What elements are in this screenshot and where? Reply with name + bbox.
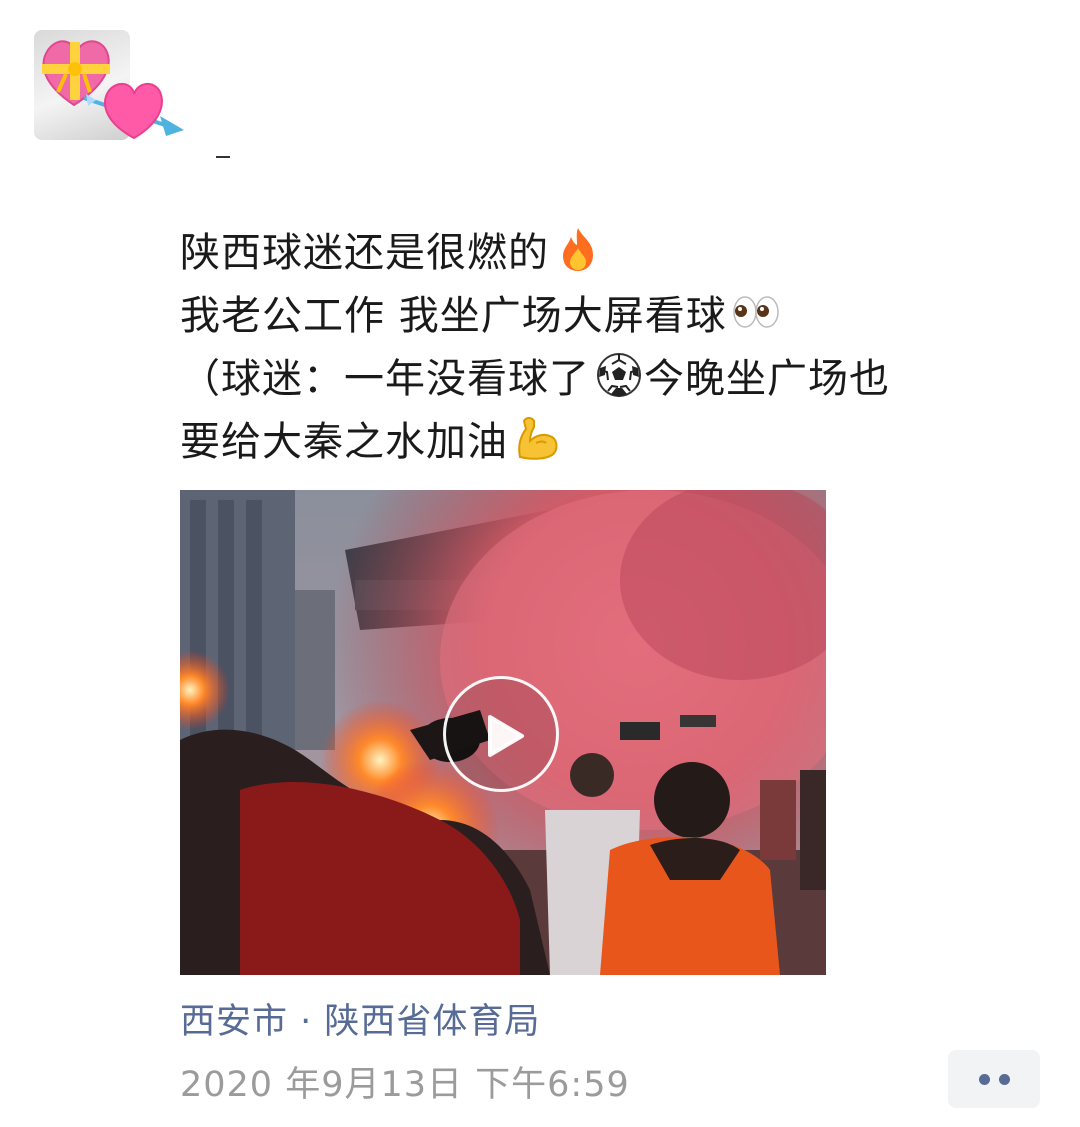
post-text-segment: 要给大秦之水加油 (180, 419, 508, 465)
heart-with-arrow-icon (83, 83, 184, 140)
post-text-line-2: 我老公工作 我坐广场大屏看球 (180, 285, 1050, 348)
more-actions-button[interactable] (948, 1050, 1040, 1108)
play-button[interactable] (443, 676, 559, 792)
post-text: 陕西球迷还是很燃的 我老公工作 我坐广场大屏看球 （球迷：一年没看球了 今晚坐广场… (180, 222, 1050, 474)
avatar[interactable] (34, 30, 230, 158)
location-link[interactable]: 西安市 · 陕西省体育局 (180, 993, 540, 1044)
post-text-segment: （球迷：一年没看球了 (180, 356, 590, 402)
video-thumbnail[interactable] (180, 490, 826, 975)
post-text-line-4: 要给大秦之水加油 (180, 411, 1050, 474)
post-text-line-1: 陕西球迷还是很燃的 (180, 222, 1050, 285)
more-dots-icon (979, 1074, 990, 1085)
post-text-segment: 陕西球迷还是很燃的 (180, 230, 549, 276)
eyes-emoji (731, 287, 781, 337)
moments-post: 陕西球迷还是很燃的 我老公工作 我坐广场大屏看球 （球迷：一年没看球了 今晚坐广场… (0, 0, 1080, 1127)
play-icon (488, 715, 524, 757)
flexed-biceps-emoji (512, 413, 562, 463)
post-text-line-3: （球迷：一年没看球了 今晚坐广场也 (180, 348, 1050, 411)
post-timestamp: 2020 年9月13日 下午6:59 (180, 1065, 630, 1105)
avatar-underscore (216, 156, 230, 158)
post-text-segment: 我老公工作 我坐广场大屏看球 (180, 293, 727, 339)
fire-emoji (553, 224, 603, 274)
soccer-ball-emoji (594, 350, 644, 400)
post-text-segment: 今晚坐广场也 (644, 356, 890, 402)
more-dots-icon (999, 1074, 1010, 1085)
